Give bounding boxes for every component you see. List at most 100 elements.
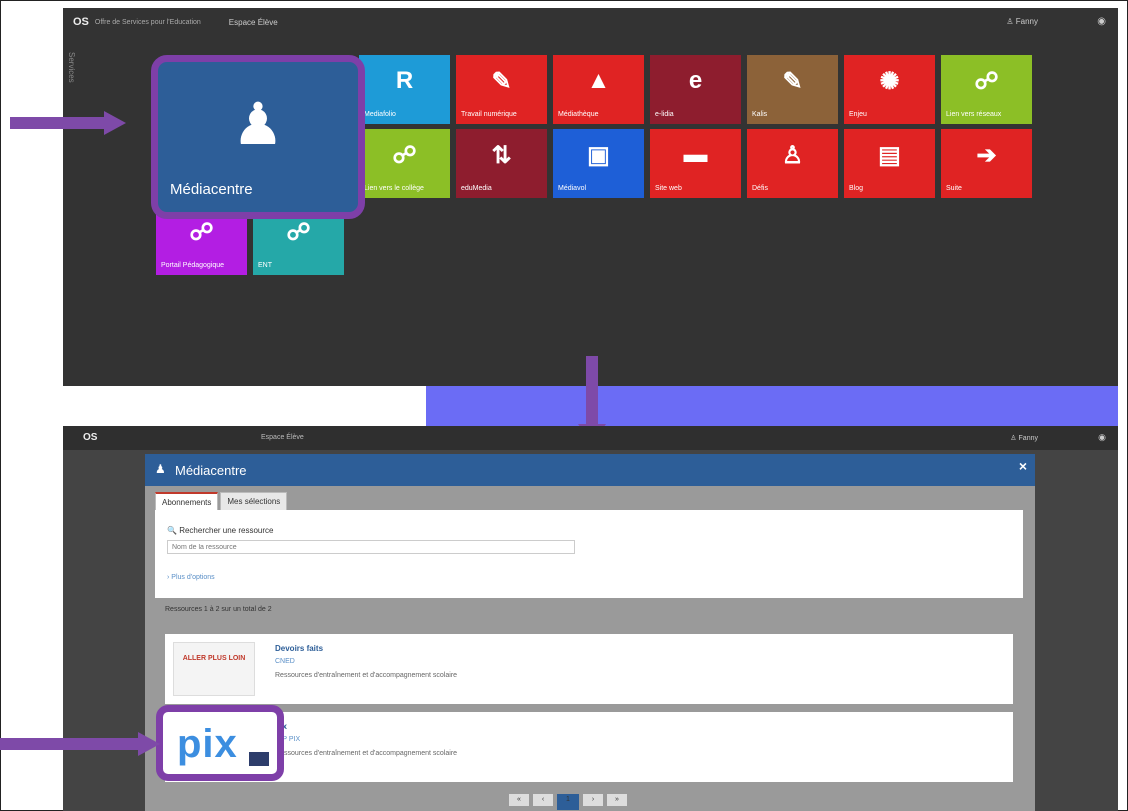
app-tile[interactable]: e e-lidia [650, 55, 741, 124]
ent-dashboard: OS Offre de Services pour l'Education Es… [63, 8, 1118, 386]
app-tile[interactable]: ▲ Médiathèque [553, 55, 644, 124]
card-icon: ▬ [683, 141, 708, 168]
resource-description: Ressources d'entraînement et d'accompagn… [275, 672, 458, 679]
app-tile-label: Défis [752, 185, 768, 192]
app-tile[interactable]: ➔ Suite [941, 129, 1032, 198]
pointer-arrow-bottom [0, 738, 140, 750]
link-icon: ☍ [974, 68, 999, 95]
eye-icon[interactable]: ◉ [1098, 432, 1106, 443]
result-card[interactable]: ALLER PLUS LOIN Devoirs faits CNED Resso… [165, 634, 1013, 704]
app-tile-label: Médiavol [558, 185, 587, 192]
pointer-arrow-top-head [104, 111, 126, 135]
tab-mes-selections[interactable]: Mes sélections [220, 492, 288, 512]
page-next-button[interactable]: › [583, 794, 603, 806]
search-icon: 🔍 [167, 526, 177, 535]
logo-subtitle: Offre de Services pour l'Education [94, 18, 201, 26]
film-icon: ▣ [587, 142, 610, 169]
news-icon: ▤ [878, 142, 901, 169]
pix-badge [249, 752, 269, 766]
modal-title: Médiacentre [175, 463, 247, 478]
arrows-icon: ⇅ [491, 142, 512, 169]
mediacentre-tile[interactable]: ♟ Médiacentre [151, 55, 365, 219]
star-icon: ✺ [879, 68, 900, 95]
e-icon: e [688, 67, 703, 94]
pix-thumbnail-highlight[interactable]: pix [156, 705, 284, 781]
app-tile[interactable]: ▣ Médiavol [553, 129, 644, 198]
mediacentre-tile-label: Médiacentre [170, 181, 253, 198]
app-tile-label: Suite [946, 185, 962, 192]
app-tile-label: ENT [258, 262, 272, 269]
app-tile[interactable]: ✎ Kalis [747, 55, 838, 124]
resource-title[interactable]: Devoirs faits [275, 644, 323, 653]
pencil-icon: ✎ [782, 68, 803, 95]
page-prev-button[interactable]: ‹ [533, 794, 553, 806]
hat-icon: ▲ [586, 67, 611, 94]
app-tile[interactable]: ☍ Lien vers réseaux [941, 55, 1032, 124]
page-first-button[interactable]: « [509, 794, 529, 806]
services-side-label: Services [67, 52, 76, 83]
bottom-navbar: OS Espace Élève ♙ Fanny ◉ [63, 426, 1118, 450]
pointer-arrow-top [10, 117, 105, 129]
app-tile-label: Blog [849, 185, 864, 192]
app-tile[interactable]: R Mediafolio [359, 55, 450, 124]
arrow-right-icon: ➔ [976, 142, 997, 169]
app-tile-label: e-lidia [655, 111, 674, 118]
app-tile-label: Enjeu [849, 111, 867, 118]
app-tile[interactable]: ⇅ eduMedia [456, 129, 547, 198]
modal-header: ♟ Médiacentre × [145, 454, 1035, 486]
app-tile[interactable]: ♙ Défis [747, 129, 838, 198]
reader-icon: ♟ [232, 92, 284, 157]
resource-description: Ressources d'entraînement et d'accompagn… [275, 750, 458, 757]
more-options-link[interactable]: › Plus d'options [167, 574, 215, 581]
pix-logo: pix [177, 722, 238, 766]
os-logo[interactable]: OS [73, 16, 89, 28]
people-icon: ♙ [781, 142, 804, 169]
app-tile-label: Médiathèque [558, 111, 599, 118]
link-icon: ☍ [392, 142, 417, 169]
user-menu-bottom[interactable]: ♙ Fanny [1010, 434, 1038, 442]
transition-band [426, 386, 1118, 426]
link-icon: ☍ [286, 219, 311, 246]
app-tile[interactable]: ▬ Site web [650, 129, 741, 198]
search-input[interactable] [167, 540, 575, 554]
search-panel: 🔍 Rechercher une ressource › Plus d'opti… [155, 510, 1023, 598]
space-label[interactable]: Espace Élève [229, 18, 278, 27]
app-tile[interactable]: ✺ Enjeu [844, 55, 935, 124]
search-label: 🔍 Rechercher une ressource [167, 526, 273, 535]
top-navbar: OS Offre de Services pour l'Education Es… [63, 8, 1118, 36]
pagination: « ‹ 1 › » [509, 794, 631, 810]
app-tile-label: Lien vers le collège [364, 185, 424, 192]
reader-icon: ♟ [155, 462, 166, 476]
os-logo-bottom[interactable]: OS [83, 432, 97, 443]
app-tile-label: Site web [655, 185, 682, 192]
space-label-bottom[interactable]: Espace Élève [261, 434, 304, 441]
down-arrow [586, 356, 598, 426]
app-tile[interactable]: ☍ Lien vers le collège [359, 129, 450, 198]
app-tile-label: eduMedia [461, 185, 492, 192]
pointer-arrow-bottom-head [138, 732, 160, 756]
search-label-text: Rechercher une ressource [179, 526, 274, 535]
user-menu[interactable]: ♙ Fanny [1006, 17, 1038, 26]
results-count: Ressources 1 à 2 sur un total de 2 [165, 606, 272, 613]
resource-thumbnail[interactable]: ALLER PLUS LOIN [173, 642, 255, 696]
result-card[interactable]: Pix GIP PIX Ressources d'entraînement et… [165, 712, 1013, 782]
resource-publisher: CNED [275, 658, 295, 665]
app-tile[interactable]: ✎ Travail numérique [456, 55, 547, 124]
app-tile[interactable]: ▤ Blog [844, 129, 935, 198]
close-icon[interactable]: × [1019, 458, 1027, 474]
qr-icon: R [395, 67, 414, 94]
page-last-button[interactable]: » [607, 794, 627, 806]
app-tile-label: Kalis [752, 111, 768, 118]
modal-tabs: Abonnements Mes sélections [155, 492, 289, 512]
page-current-button[interactable]: 1 [557, 794, 579, 810]
app-tile-label: Travail numérique [461, 111, 517, 118]
board-icon: ✎ [491, 68, 512, 95]
link-icon: ☍ [189, 219, 214, 246]
user-name: Fanny [1015, 17, 1038, 26]
tab-abonnements[interactable]: Abonnements [155, 492, 219, 512]
app-tile-label: Portail Pédagogique [161, 262, 225, 269]
eye-icon[interactable]: ◉ [1097, 16, 1106, 27]
app-tile-label: Lien vers réseaux [946, 111, 1002, 118]
app-tile-label: Mediafolio [364, 111, 396, 118]
user-name-bottom: Fanny [1018, 435, 1038, 442]
